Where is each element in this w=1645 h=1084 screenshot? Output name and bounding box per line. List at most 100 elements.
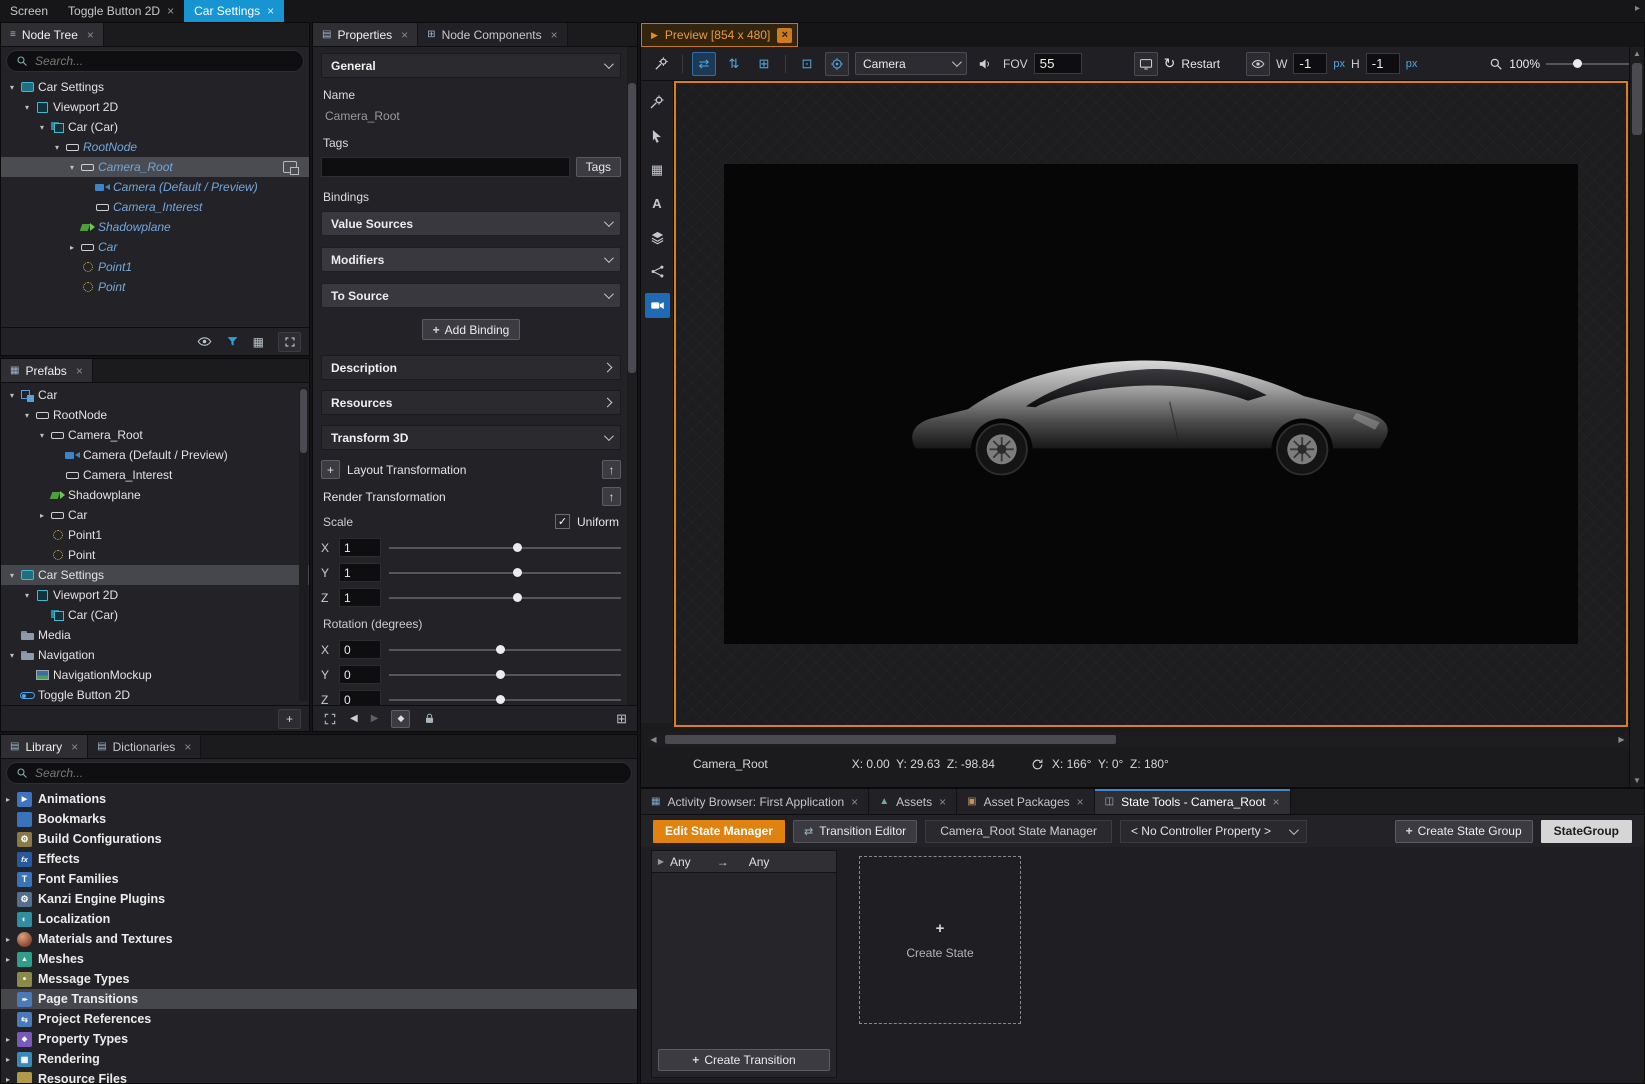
binding-dropdown[interactable]: Modifiers [321, 247, 621, 272]
close-icon[interactable]: × [71, 740, 78, 754]
section-general[interactable]: General [321, 53, 621, 78]
push-value-icon[interactable]: ↑ [602, 460, 621, 479]
tags-input[interactable] [321, 157, 570, 177]
library-item[interactable]: Localization [1, 909, 637, 929]
tree-item[interactable]: Point [1, 545, 309, 565]
panel-expander-icon[interactable]: ▸ [1635, 3, 1640, 14]
add-binding-button[interactable]: + Add Binding [422, 319, 521, 340]
library-item[interactable]: Effects [1, 849, 637, 869]
tree-item[interactable]: ▾ Camera_Root [1, 157, 309, 177]
library-item[interactable]: ▸ Rendering [1, 1049, 637, 1069]
state-group-button[interactable]: StateGroup [1541, 820, 1632, 843]
close-icon[interactable]: × [401, 28, 408, 42]
grid-tool-icon[interactable]: ▦ [645, 157, 670, 182]
close-icon[interactable]: × [167, 4, 174, 18]
zoom-slider[interactable] [1546, 56, 1636, 72]
tags-button[interactable]: Tags [576, 157, 621, 177]
transition-editor-button[interactable]: ⇄ Transition Editor [793, 820, 917, 843]
slider-handle[interactable] [513, 568, 522, 577]
close-icon[interactable]: × [184, 740, 191, 754]
expander-icon[interactable]: ▾ [50, 143, 64, 152]
add-layout-transformation-icon[interactable]: + [321, 460, 340, 479]
axis-slider[interactable] [389, 590, 621, 606]
tab-node-tree[interactable]: ≡ Node Tree × [1, 23, 104, 46]
library-tab[interactable]: ▤ Library × [1, 735, 88, 758]
search-input[interactable] [35, 54, 294, 68]
transform-gizmo-icon[interactable] [323, 712, 337, 726]
visibility-icon[interactable] [1246, 52, 1270, 76]
close-icon[interactable]: × [1273, 795, 1280, 809]
add-node-mode-icon[interactable]: ⊞ [752, 52, 776, 76]
expander-icon[interactable]: ▾ [5, 83, 19, 92]
close-icon[interactable]: × [551, 28, 558, 42]
properties-tab[interactable]: Properties × [313, 23, 418, 46]
expander-icon[interactable]: ▸ [1, 1075, 15, 1084]
tree-item[interactable]: Point1 [1, 525, 309, 545]
tree-item[interactable]: Point1 [1, 257, 309, 277]
expander-icon[interactable]: ▸ [1, 955, 15, 964]
prev-keyframe-icon[interactable]: ◀ [350, 713, 358, 724]
slider-handle[interactable] [496, 645, 505, 654]
expander-icon[interactable]: ▾ [20, 591, 34, 600]
tree-item[interactable]: Point [1, 277, 309, 297]
node-tree-search[interactable] [6, 50, 304, 72]
close-icon[interactable]: × [1077, 795, 1084, 809]
axis-slider[interactable] [389, 692, 621, 706]
tab-preview[interactable]: ▶ Preview [854 x 480] × [641, 23, 798, 47]
slider-handle[interactable] [496, 695, 505, 704]
create-state-dropzone[interactable]: + Create State [859, 856, 1021, 1024]
horizontal-scrollbar[interactable]: ◀ ▶ [647, 733, 1628, 746]
vertical-scrollbar[interactable]: ▲ ▼ [1629, 47, 1644, 787]
edit-state-manager-button[interactable]: Edit State Manager [653, 820, 785, 843]
tree-item[interactable]: Camera (Default / Preview) [1, 445, 309, 465]
tree-item[interactable]: ▾ Car [1, 385, 309, 405]
expander-icon[interactable]: ▾ [20, 411, 34, 420]
tree-item[interactable]: Shadowplane [1, 217, 309, 237]
bottom-tab[interactable]: Asset Packages × [957, 789, 1095, 814]
camera-select[interactable]: Camera [855, 52, 967, 75]
expander-icon[interactable]: ▾ [20, 103, 34, 112]
bottom-tab[interactable]: State Tools - Camera_Root × [1095, 789, 1291, 814]
next-keyframe-icon[interactable]: ▶ [371, 713, 379, 724]
scrollbar-thumb[interactable] [628, 83, 636, 373]
library-item[interactable]: ▸ Resource Files [1, 1069, 637, 1083]
library-item[interactable]: Build Configurations [1, 829, 637, 849]
tree-item[interactable]: Shadowplane [1, 485, 309, 505]
height-input[interactable] [1366, 53, 1400, 74]
expander-icon[interactable]: ▾ [35, 123, 49, 132]
library-item[interactable]: ▸ Materials and Textures [1, 929, 637, 949]
tree-item[interactable]: ▾ Car Settings [1, 565, 309, 585]
tree-item[interactable]: Media [1, 625, 309, 645]
axis-slider[interactable] [389, 565, 621, 581]
tree-item[interactable]: ▾ RootNode [1, 405, 309, 425]
tree-item[interactable]: ▾ Car Settings [1, 77, 309, 97]
library-item[interactable]: Kanzi Engine Plugins [1, 889, 637, 909]
tree-item[interactable]: ▾ Car (Car) [1, 117, 309, 137]
tree-item[interactable]: ▸ Car [1, 237, 309, 257]
close-icon[interactable]: × [939, 795, 946, 809]
hierarchy-tool-icon[interactable] [645, 259, 670, 284]
library-item[interactable]: Page Transitions [1, 989, 637, 1009]
tree-item[interactable]: Camera (Default / Preview) [1, 177, 309, 197]
expander-icon[interactable]: ▸ [1, 1035, 15, 1044]
restart-button[interactable]: ↻ Restart [1164, 55, 1220, 72]
insert-node-mode-icon[interactable]: ⇅ [722, 52, 746, 76]
scrollbar[interactable] [627, 47, 637, 705]
tree-item[interactable]: Camera_Interest [1, 197, 309, 217]
section-transform-3d[interactable]: Transform 3D [321, 425, 621, 450]
scrollbar-thumb[interactable] [665, 735, 1116, 744]
close-icon[interactable]: × [87, 28, 94, 42]
tree-item[interactable]: NavigationMockup [1, 665, 309, 685]
tree-item[interactable]: ▾ Camera_Root [1, 425, 309, 445]
screenshot-icon[interactable] [1134, 52, 1158, 76]
layout-preview-icon[interactable]: ⊡ [795, 52, 819, 76]
expander-icon[interactable]: ▾ [65, 163, 79, 172]
lock-icon[interactable] [423, 712, 436, 725]
filter-icon[interactable] [226, 335, 239, 348]
grid-view-icon[interactable]: ▦ [253, 335, 264, 349]
move-node-mode-icon[interactable]: ⇄ [692, 52, 716, 76]
axis-slider[interactable] [389, 642, 621, 658]
scroll-down-icon[interactable]: ▼ [1630, 774, 1644, 787]
pick-tool-icon[interactable] [649, 52, 673, 76]
create-state-group-button[interactable]: + Create State Group [1395, 820, 1533, 843]
